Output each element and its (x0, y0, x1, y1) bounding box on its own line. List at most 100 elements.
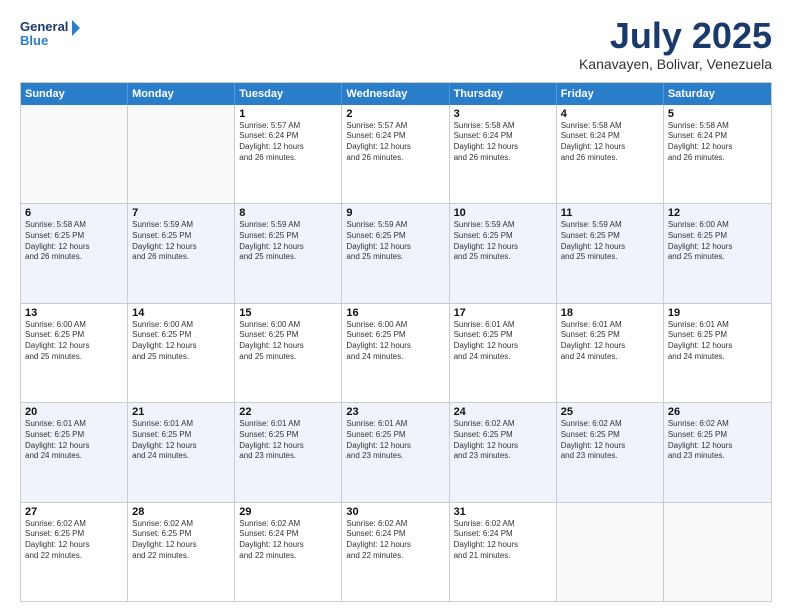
page: General Blue July 2025 Kanavayen, Boliva… (0, 0, 792, 612)
day-cell-14: 14Sunrise: 6:00 AM Sunset: 6:25 PM Dayli… (128, 304, 235, 402)
day-cell-7: 7Sunrise: 5:59 AM Sunset: 6:25 PM Daylig… (128, 204, 235, 302)
day-info: Sunrise: 6:02 AM Sunset: 6:24 PM Dayligh… (239, 519, 337, 562)
day-number: 11 (561, 207, 659, 219)
calendar-body: 1Sunrise: 5:57 AM Sunset: 6:24 PM Daylig… (21, 105, 771, 601)
header-cell-monday: Monday (128, 83, 235, 105)
day-info: Sunrise: 6:01 AM Sunset: 6:25 PM Dayligh… (561, 320, 659, 363)
day-info: Sunrise: 6:02 AM Sunset: 6:25 PM Dayligh… (132, 519, 230, 562)
day-number: 3 (454, 108, 552, 120)
calendar-row-0: 1Sunrise: 5:57 AM Sunset: 6:24 PM Daylig… (21, 105, 771, 203)
day-info: Sunrise: 5:59 AM Sunset: 6:25 PM Dayligh… (132, 220, 230, 263)
day-cell-13: 13Sunrise: 6:00 AM Sunset: 6:25 PM Dayli… (21, 304, 128, 402)
main-title: July 2025 (579, 16, 772, 56)
day-info: Sunrise: 5:59 AM Sunset: 6:25 PM Dayligh… (239, 220, 337, 263)
day-cell-10: 10Sunrise: 5:59 AM Sunset: 6:25 PM Dayli… (450, 204, 557, 302)
day-info: Sunrise: 6:01 AM Sunset: 6:25 PM Dayligh… (454, 320, 552, 363)
day-info: Sunrise: 6:02 AM Sunset: 6:25 PM Dayligh… (25, 519, 123, 562)
header-cell-wednesday: Wednesday (342, 83, 449, 105)
day-info: Sunrise: 5:57 AM Sunset: 6:24 PM Dayligh… (346, 121, 444, 164)
day-info: Sunrise: 6:01 AM Sunset: 6:25 PM Dayligh… (25, 419, 123, 462)
header: General Blue July 2025 Kanavayen, Boliva… (20, 16, 772, 72)
day-cell-1: 1Sunrise: 5:57 AM Sunset: 6:24 PM Daylig… (235, 105, 342, 203)
day-number: 7 (132, 207, 230, 219)
day-cell-31: 31Sunrise: 6:02 AM Sunset: 6:24 PM Dayli… (450, 503, 557, 601)
day-number: 14 (132, 307, 230, 319)
calendar-header: SundayMondayTuesdayWednesdayThursdayFrid… (21, 83, 771, 105)
header-cell-saturday: Saturday (664, 83, 771, 105)
day-number: 8 (239, 207, 337, 219)
day-cell-11: 11Sunrise: 5:59 AM Sunset: 6:25 PM Dayli… (557, 204, 664, 302)
day-cell-3: 3Sunrise: 5:58 AM Sunset: 6:24 PM Daylig… (450, 105, 557, 203)
day-number: 16 (346, 307, 444, 319)
header-cell-tuesday: Tuesday (235, 83, 342, 105)
calendar-row-4: 27Sunrise: 6:02 AM Sunset: 6:25 PM Dayli… (21, 502, 771, 601)
day-number: 22 (239, 406, 337, 418)
day-cell-21: 21Sunrise: 6:01 AM Sunset: 6:25 PM Dayli… (128, 403, 235, 501)
day-cell-19: 19Sunrise: 6:01 AM Sunset: 6:25 PM Dayli… (664, 304, 771, 402)
day-info: Sunrise: 6:01 AM Sunset: 6:25 PM Dayligh… (132, 419, 230, 462)
day-number: 24 (454, 406, 552, 418)
day-cell-12: 12Sunrise: 6:00 AM Sunset: 6:25 PM Dayli… (664, 204, 771, 302)
day-number: 15 (239, 307, 337, 319)
day-cell-25: 25Sunrise: 6:02 AM Sunset: 6:25 PM Dayli… (557, 403, 664, 501)
day-number: 18 (561, 307, 659, 319)
day-number: 4 (561, 108, 659, 120)
day-cell-4: 4Sunrise: 5:58 AM Sunset: 6:24 PM Daylig… (557, 105, 664, 203)
day-number: 12 (668, 207, 767, 219)
svg-text:Blue: Blue (20, 33, 48, 48)
empty-cell (128, 105, 235, 203)
day-cell-23: 23Sunrise: 6:01 AM Sunset: 6:25 PM Dayli… (342, 403, 449, 501)
calendar: SundayMondayTuesdayWednesdayThursdayFrid… (20, 82, 772, 602)
day-cell-28: 28Sunrise: 6:02 AM Sunset: 6:25 PM Dayli… (128, 503, 235, 601)
day-info: Sunrise: 6:01 AM Sunset: 6:25 PM Dayligh… (668, 320, 767, 363)
calendar-row-2: 13Sunrise: 6:00 AM Sunset: 6:25 PM Dayli… (21, 303, 771, 402)
title-block: July 2025 Kanavayen, Bolivar, Venezuela (579, 16, 772, 72)
day-number: 21 (132, 406, 230, 418)
day-cell-16: 16Sunrise: 6:00 AM Sunset: 6:25 PM Dayli… (342, 304, 449, 402)
day-number: 17 (454, 307, 552, 319)
day-cell-6: 6Sunrise: 5:58 AM Sunset: 6:25 PM Daylig… (21, 204, 128, 302)
header-cell-friday: Friday (557, 83, 664, 105)
day-info: Sunrise: 5:59 AM Sunset: 6:25 PM Dayligh… (346, 220, 444, 263)
day-cell-15: 15Sunrise: 6:00 AM Sunset: 6:25 PM Dayli… (235, 304, 342, 402)
day-cell-20: 20Sunrise: 6:01 AM Sunset: 6:25 PM Dayli… (21, 403, 128, 501)
logo: General Blue (20, 16, 80, 52)
day-cell-29: 29Sunrise: 6:02 AM Sunset: 6:24 PM Dayli… (235, 503, 342, 601)
day-number: 28 (132, 506, 230, 518)
day-info: Sunrise: 5:58 AM Sunset: 6:24 PM Dayligh… (668, 121, 767, 164)
day-cell-22: 22Sunrise: 6:01 AM Sunset: 6:25 PM Dayli… (235, 403, 342, 501)
day-number: 26 (668, 406, 767, 418)
day-info: Sunrise: 6:02 AM Sunset: 6:24 PM Dayligh… (454, 519, 552, 562)
day-cell-27: 27Sunrise: 6:02 AM Sunset: 6:25 PM Dayli… (21, 503, 128, 601)
day-info: Sunrise: 6:00 AM Sunset: 6:25 PM Dayligh… (239, 320, 337, 363)
day-cell-24: 24Sunrise: 6:02 AM Sunset: 6:25 PM Dayli… (450, 403, 557, 501)
day-info: Sunrise: 6:02 AM Sunset: 6:25 PM Dayligh… (454, 419, 552, 462)
day-info: Sunrise: 6:01 AM Sunset: 6:25 PM Dayligh… (346, 419, 444, 462)
day-info: Sunrise: 6:00 AM Sunset: 6:25 PM Dayligh… (25, 320, 123, 363)
empty-cell (557, 503, 664, 601)
day-info: Sunrise: 6:00 AM Sunset: 6:25 PM Dayligh… (346, 320, 444, 363)
day-cell-5: 5Sunrise: 5:58 AM Sunset: 6:24 PM Daylig… (664, 105, 771, 203)
subtitle: Kanavayen, Bolivar, Venezuela (579, 56, 772, 72)
day-cell-2: 2Sunrise: 5:57 AM Sunset: 6:24 PM Daylig… (342, 105, 449, 203)
day-number: 5 (668, 108, 767, 120)
day-info: Sunrise: 5:59 AM Sunset: 6:25 PM Dayligh… (454, 220, 552, 263)
day-info: Sunrise: 6:00 AM Sunset: 6:25 PM Dayligh… (132, 320, 230, 363)
day-number: 31 (454, 506, 552, 518)
day-cell-8: 8Sunrise: 5:59 AM Sunset: 6:25 PM Daylig… (235, 204, 342, 302)
day-info: Sunrise: 5:58 AM Sunset: 6:25 PM Dayligh… (25, 220, 123, 263)
day-info: Sunrise: 5:57 AM Sunset: 6:24 PM Dayligh… (239, 121, 337, 164)
day-cell-26: 26Sunrise: 6:02 AM Sunset: 6:25 PM Dayli… (664, 403, 771, 501)
day-number: 2 (346, 108, 444, 120)
day-info: Sunrise: 5:58 AM Sunset: 6:24 PM Dayligh… (561, 121, 659, 164)
logo-svg: General Blue (20, 16, 80, 52)
day-number: 23 (346, 406, 444, 418)
svg-text:General: General (20, 19, 68, 34)
day-cell-17: 17Sunrise: 6:01 AM Sunset: 6:25 PM Dayli… (450, 304, 557, 402)
day-number: 25 (561, 406, 659, 418)
empty-cell (21, 105, 128, 203)
calendar-row-1: 6Sunrise: 5:58 AM Sunset: 6:25 PM Daylig… (21, 203, 771, 302)
header-cell-sunday: Sunday (21, 83, 128, 105)
day-number: 29 (239, 506, 337, 518)
day-number: 13 (25, 307, 123, 319)
